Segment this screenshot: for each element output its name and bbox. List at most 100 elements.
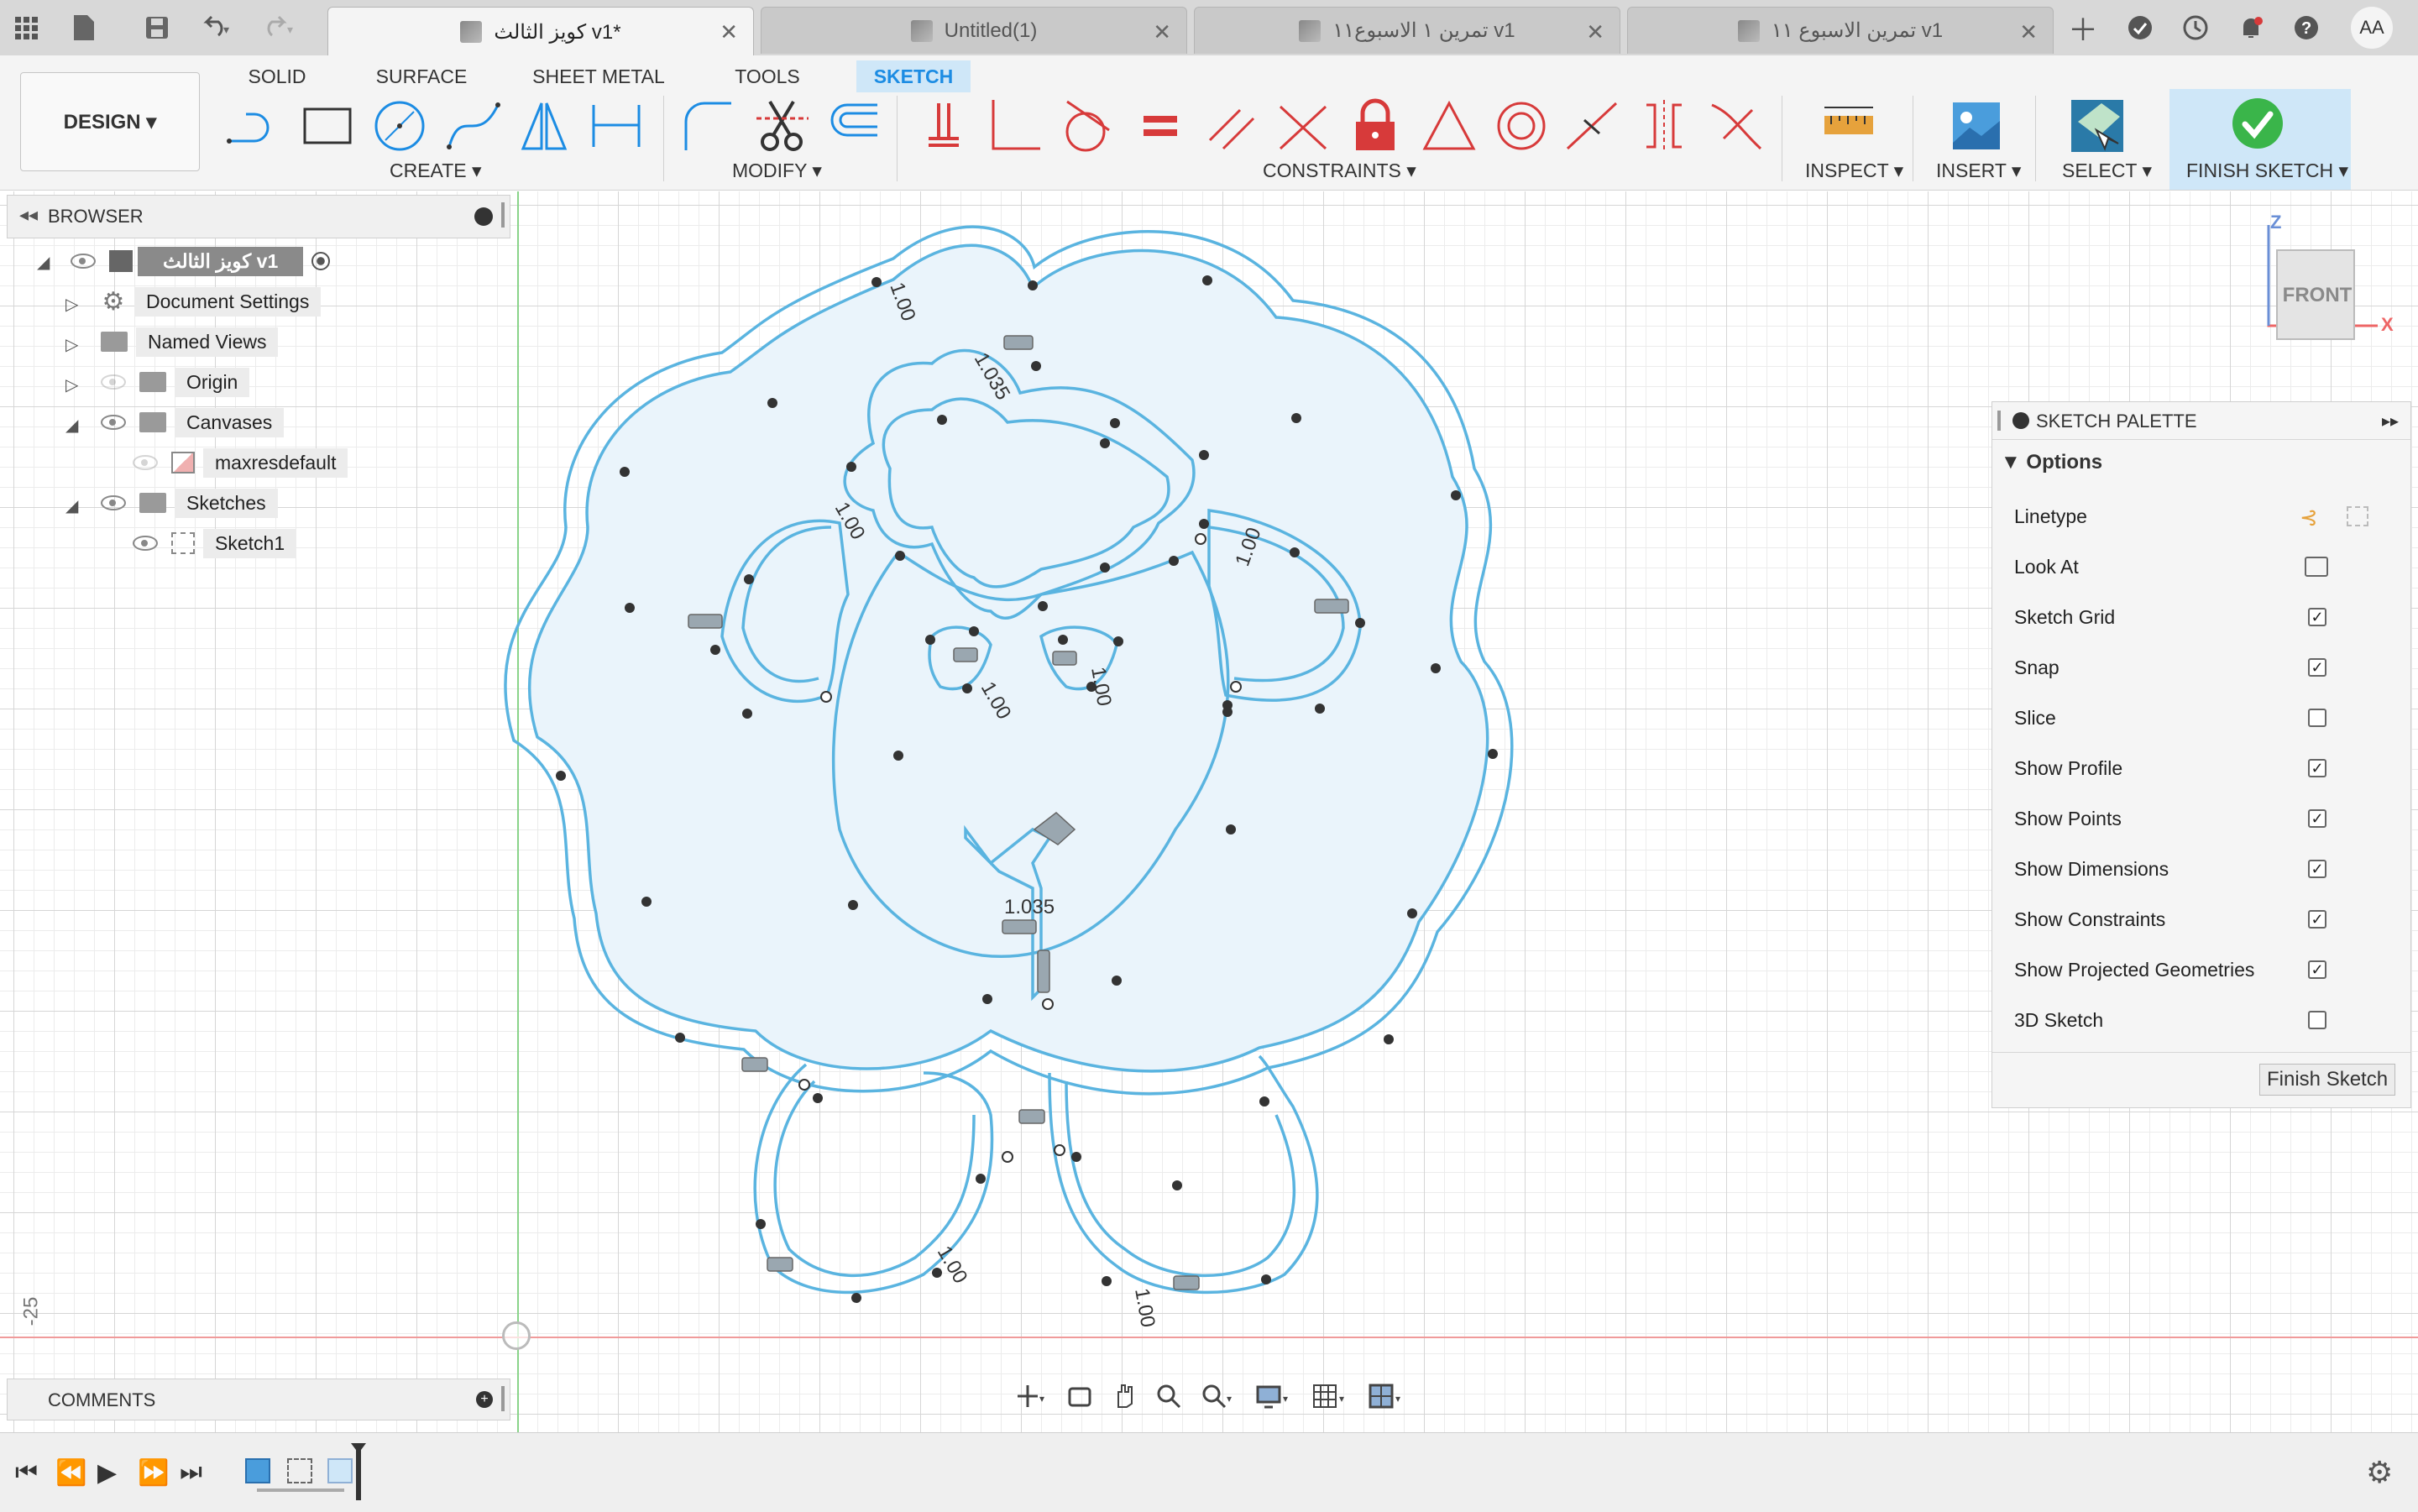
show-constraints-checkbox[interactable]: ✓	[2308, 910, 2326, 929]
step-forward-icon[interactable]: ⏩	[138, 1458, 169, 1488]
timeline-settings-gear-icon[interactable]: ⚙	[2366, 1455, 2393, 1490]
caret-down-icon[interactable]: ◢	[65, 415, 78, 436]
timeline-marker[interactable]	[356, 1447, 361, 1500]
3d-sketch-checkbox[interactable]	[2308, 1011, 2326, 1029]
option-show-profile[interactable]: Show Profile ✓	[2014, 751, 2326, 785]
visibility-eye-icon[interactable]	[101, 415, 126, 430]
orbit-icon[interactable]: ▾	[1014, 1382, 1048, 1415]
grid-settings-icon[interactable]: ▾	[1312, 1384, 1349, 1413]
viewports-icon[interactable]: ▾	[1369, 1384, 1405, 1413]
active-component-icon[interactable]	[311, 252, 331, 270]
zoom-icon[interactable]	[1156, 1384, 1181, 1413]
constraints-menu[interactable]: CONSTRAINTS ▾	[1263, 160, 1416, 182]
redo-icon[interactable]: ▾	[262, 12, 294, 44]
close-tab-icon[interactable]: ✕	[720, 19, 738, 45]
snap-checkbox[interactable]: ✓	[2308, 658, 2326, 677]
sketch-grid-checkbox[interactable]: ✓	[2308, 608, 2326, 626]
palette-collapse-icon[interactable]	[2012, 412, 2029, 429]
hidden-eye-icon[interactable]	[101, 374, 126, 390]
user-avatar[interactable]: AA	[2351, 7, 2393, 49]
viewcube[interactable]: Z X FRONT	[2260, 212, 2394, 351]
play-icon[interactable]: ▶	[97, 1458, 117, 1488]
symmetry-constraint-icon[interactable]	[1634, 96, 1694, 156]
concentric-constraint-icon[interactable]	[1491, 96, 1552, 156]
modify-menu[interactable]: MODIFY ▾	[732, 160, 822, 182]
timeline-marker-head[interactable]	[351, 1443, 366, 1453]
tree-item-named-views[interactable]: Named Views	[101, 324, 279, 359]
option-show-constraints[interactable]: Show Constraints ✓	[2014, 902, 2326, 936]
caret-down-icon[interactable]: ◢	[37, 252, 50, 273]
spline-tool-icon[interactable]	[443, 96, 504, 156]
close-tab-icon[interactable]: ✕	[1586, 19, 1604, 45]
tab-document-2[interactable]: Untitled(1) ✕	[761, 7, 1187, 54]
tab-document-1[interactable]: كويز الثالث v1* ✕	[327, 7, 754, 56]
viewcube-front-face[interactable]: FRONT	[2282, 284, 2353, 307]
collinear-constraint-icon[interactable]	[1273, 96, 1333, 156]
tab-sketch[interactable]: SKETCH	[856, 60, 971, 92]
tab-solid[interactable]: SOLID	[235, 60, 319, 92]
circle-tool-icon[interactable]	[369, 96, 430, 156]
options-section-toggle[interactable]: ▼ Options	[2001, 451, 2102, 474]
tab-document-3[interactable]: تمرين ١ الاسبوع١١ v1 ✕	[1194, 7, 1620, 54]
extensions-icon[interactable]	[2124, 12, 2156, 44]
notifications-icon[interactable]	[2235, 12, 2267, 44]
tab-sheet-metal[interactable]: SHEET METAL	[527, 60, 670, 92]
insert-image-icon[interactable]	[1946, 96, 2007, 156]
comments-panel[interactable]: COMMENTS +	[7, 1379, 510, 1420]
tab-tools[interactable]: TOOLS	[725, 60, 809, 92]
finish-sketch-check-icon[interactable]	[2230, 96, 2285, 155]
show-dimensions-checkbox[interactable]: ✓	[2308, 860, 2326, 878]
select-menu[interactable]: SELECT ▾	[2062, 160, 2152, 182]
help-icon[interactable]: ?	[2290, 12, 2322, 44]
palette-expand-icon[interactable]: ▸▸	[2382, 411, 2399, 432]
construction-linetype-icon[interactable]: ⊰	[2300, 505, 2318, 531]
tab-document-4[interactable]: تمرين الاسبوع ١١ v1 ✕	[1627, 7, 2054, 54]
go-to-end-icon[interactable]: ⏭	[180, 1458, 202, 1487]
tree-item-origin[interactable]: Origin	[101, 364, 250, 400]
option-3d-sketch[interactable]: 3D Sketch	[2014, 1003, 2326, 1037]
midpoint-constraint-icon[interactable]	[1562, 96, 1622, 156]
parallel-constraint-icon[interactable]	[1202, 96, 1263, 156]
triangle-constraint-icon[interactable]	[1419, 96, 1479, 156]
timeline-sketch-feature-icon[interactable]	[287, 1458, 312, 1483]
show-projected-geometries-checkbox[interactable]: ✓	[2308, 960, 2326, 979]
perpendicular-constraint-icon[interactable]	[984, 96, 1044, 156]
option-sketch-grid[interactable]: Sketch Grid ✓	[2014, 600, 2326, 634]
fit-zoom-icon[interactable]: ▾	[1201, 1384, 1237, 1413]
option-show-points[interactable]: Show Points ✓	[2014, 802, 2326, 835]
option-show-projected-geometries[interactable]: Show Projected Geometries ✓	[2014, 953, 2326, 986]
panel-resize-handle[interactable]	[501, 202, 505, 228]
file-icon[interactable]: ▾	[67, 12, 99, 44]
caret-right-icon[interactable]: ▷	[65, 374, 78, 395]
inspect-menu[interactable]: INSPECT ▾	[1805, 160, 1903, 182]
display-settings-icon[interactable]: ▾	[1256, 1384, 1293, 1413]
job-status-icon[interactable]	[2180, 12, 2211, 44]
collapse-browser-icon[interactable]: ◂◂	[19, 204, 38, 226]
option-slice[interactable]: Slice	[2014, 701, 2326, 735]
mirror-tool-icon[interactable]	[514, 96, 574, 156]
coincident-constraint-icon[interactable]	[913, 96, 974, 156]
panel-resize-handle[interactable]	[501, 1386, 505, 1411]
undo-icon[interactable]: ▾	[198, 12, 230, 44]
fix-constraint-icon[interactable]	[1345, 96, 1405, 156]
close-tab-icon[interactable]: ✕	[1153, 19, 1171, 45]
visibility-eye-icon[interactable]	[101, 495, 126, 510]
curvature-constraint-icon[interactable]	[1706, 96, 1766, 156]
line-tool-icon[interactable]	[223, 96, 284, 156]
finish-sketch-button[interactable]: Finish Sketch	[2259, 1064, 2396, 1096]
caret-right-icon[interactable]: ▷	[65, 334, 78, 355]
caret-right-icon[interactable]: ▷	[65, 294, 78, 315]
pan-hand-icon[interactable]	[1112, 1382, 1137, 1415]
option-show-dimensions[interactable]: Show Dimensions ✓	[2014, 852, 2326, 886]
visibility-eye-icon[interactable]	[133, 536, 158, 551]
look-at-icon[interactable]	[2305, 557, 2328, 577]
hidden-eye-icon[interactable]	[133, 455, 158, 470]
rectangle-tool-icon[interactable]	[297, 96, 358, 156]
tree-item-sketches[interactable]: Sketches	[101, 485, 278, 521]
show-profile-checkbox[interactable]: ✓	[2308, 759, 2326, 777]
timeline-feature-icon[interactable]	[327, 1458, 353, 1483]
app-grid-icon[interactable]	[10, 12, 42, 44]
add-comment-icon[interactable]: +	[476, 1391, 493, 1408]
tangent-constraint-icon[interactable]	[1055, 96, 1115, 156]
finish-sketch-menu[interactable]: FINISH SKETCH ▾	[2186, 160, 2348, 182]
